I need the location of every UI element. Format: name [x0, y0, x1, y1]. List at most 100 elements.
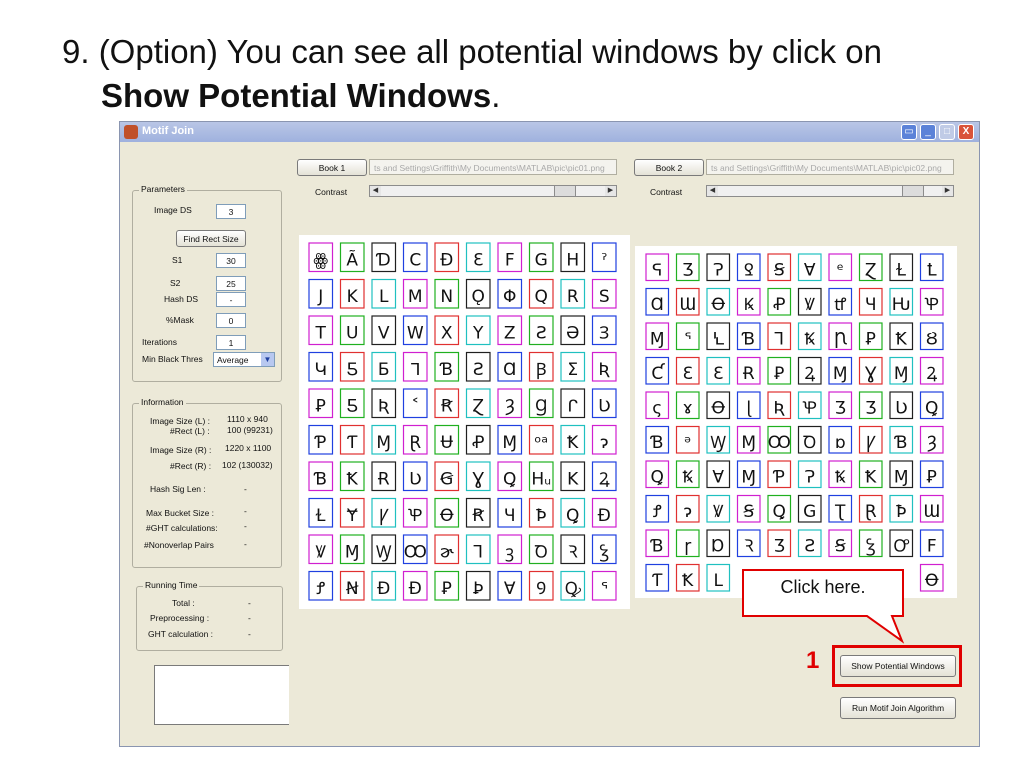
- mask-field[interactable]: 0: [216, 313, 246, 328]
- character-glyph: Ɗ: [376, 250, 391, 270]
- book2-contrast-slider[interactable]: ◀ ▶: [706, 185, 954, 197]
- character-glyph: Ꝁ: [347, 469, 359, 489]
- character-glyph: Ɫ: [315, 506, 326, 526]
- character-glyph: Ꝕ: [925, 295, 939, 315]
- character-glyph: Ꝛ: [744, 536, 754, 556]
- character-glyph: Ꝋ: [440, 506, 454, 526]
- character-glyph: Ƕ: [892, 295, 911, 315]
- s1-field[interactable]: 30: [216, 253, 246, 268]
- character-glyph: Ɯ: [679, 295, 696, 315]
- book2-path-field[interactable]: ts and Settings\Griffith\My Documents\MA…: [706, 159, 954, 175]
- character-glyph: Ꝝ: [926, 364, 937, 384]
- character-glyph: J: [317, 287, 323, 307]
- slider-right-arrow-icon[interactable]: ▶: [605, 186, 616, 196]
- character-glyph: Ꝅ: [682, 467, 693, 487]
- character-glyph: Ɱ: [741, 467, 756, 487]
- character-glyph: Ʉ: [441, 433, 454, 453]
- book1-contrast-slider[interactable]: ◀ ▶: [369, 185, 617, 197]
- character-glyph: R: [567, 287, 579, 307]
- character-glyph: Ꝅ: [804, 329, 815, 349]
- character-glyph: Ꝙ: [565, 579, 582, 599]
- character-glyph: ɂ: [600, 433, 608, 453]
- character-glyph: T: [315, 323, 327, 343]
- character-glyph: Ꝟ: [316, 542, 327, 562]
- slider-thumb[interactable]: [554, 186, 577, 196]
- character-glyph: Ɖ: [598, 506, 611, 526]
- character-glyph: Ɂ: [713, 260, 723, 280]
- character-glyph: Ꝥ: [896, 502, 906, 522]
- image-ds-field[interactable]: 3: [216, 204, 246, 219]
- character-glyph: Ɂ: [805, 467, 815, 487]
- character-glyph: Ɐ: [804, 260, 816, 280]
- rect-l-value: 100 (99231): [227, 425, 273, 435]
- character-glyph: L: [379, 287, 389, 307]
- max-bucket-size-value: -: [244, 506, 247, 516]
- character-glyph: Ɣ: [865, 364, 877, 384]
- book1-contrast-label: Contrast: [315, 187, 348, 197]
- character-glyph: ɒ: [835, 433, 846, 453]
- character-glyph: ᵉ: [837, 260, 844, 280]
- character-glyph: Ꝋ: [925, 571, 939, 591]
- run-motif-join-button[interactable]: Run Motif Join Algorithm: [840, 697, 956, 719]
- min-black-thres-select[interactable]: Average ▼: [213, 352, 275, 367]
- find-rect-size-button[interactable]: Find Rect Size: [176, 230, 246, 247]
- slider-right-arrow-icon[interactable]: ▶: [942, 186, 953, 196]
- character-glyph: Ƨ: [473, 360, 484, 380]
- minimize-button[interactable]: _: [920, 124, 936, 140]
- character-glyph: Ȝ: [926, 433, 937, 453]
- book1-path-field[interactable]: ts and Settings\Griffith\My Documents\MA…: [369, 159, 617, 175]
- character-glyph: Ꝑ: [442, 579, 452, 599]
- close-button[interactable]: X: [958, 124, 974, 140]
- character-glyph: Ɖ: [409, 579, 422, 599]
- rect-r-label: #Rect (R) :: [170, 461, 212, 471]
- character-glyph: Ɛ: [713, 364, 723, 384]
- slider-left-arrow-icon[interactable]: ◀: [370, 186, 381, 196]
- character-glyph: ᒋ: [567, 396, 578, 416]
- slide-title: 9. (Option) You can see all potential wi…: [62, 30, 1002, 118]
- character-glyph: ꝷ: [834, 295, 846, 315]
- book1-image-panel: ꙮÃƊCƉƐFGHˀJKLMNǪΦQRSTUVWXYZꙄƏꞫԿƼƂᒣƁƧⱭꞴΣƦ…: [299, 235, 630, 609]
- character-glyph: G: [535, 250, 548, 270]
- character-glyph: V: [378, 323, 390, 343]
- character-glyph: Ꝁ: [567, 433, 579, 453]
- character-glyph: Ʋ: [409, 469, 421, 489]
- total-time-label: Total :: [172, 598, 195, 608]
- character-glyph: Hᵤ: [531, 469, 551, 489]
- character-glyph: Ɛ: [683, 364, 693, 384]
- character-glyph: K: [347, 287, 359, 307]
- character-glyph: Ꝓ: [773, 295, 785, 315]
- slider-thumb[interactable]: [901, 186, 924, 196]
- iterations-field[interactable]: 1: [216, 335, 246, 350]
- character-glyph: Ɱ: [894, 467, 909, 487]
- character-glyph: Ɀ: [472, 396, 484, 416]
- character-glyph: S: [599, 287, 610, 307]
- character-glyph: Ɯ: [923, 502, 940, 522]
- restore-icon[interactable]: ▭: [901, 124, 917, 140]
- character-glyph: ɼ: [684, 536, 691, 556]
- character-glyph: Ꝑ: [927, 467, 937, 487]
- s2-field[interactable]: 25: [216, 276, 246, 291]
- character-glyph: U: [346, 323, 358, 343]
- character-glyph: Ɑ: [503, 360, 516, 380]
- ght-calculations-value: -: [244, 521, 247, 531]
- book1-button[interactable]: Book 1: [297, 159, 367, 176]
- character-glyph: Ɱ: [650, 329, 665, 349]
- character-glyph: Ꞡ: [440, 469, 454, 489]
- character-glyph: Ꝭ: [653, 502, 662, 522]
- character-glyph: Ɐ: [504, 579, 516, 599]
- slider-left-arrow-icon[interactable]: ◀: [707, 186, 718, 196]
- character-glyph: Ꝩ: [866, 433, 876, 453]
- s1-label: S1: [172, 255, 183, 265]
- character-glyph: Ɓ: [742, 329, 756, 349]
- image-size-r-value: 1220 x 1100: [225, 443, 272, 453]
- chevron-down-icon[interactable]: ▼: [261, 353, 274, 366]
- hash-ds-field[interactable]: -: [216, 292, 246, 307]
- character-glyph: Ã: [346, 248, 358, 270]
- character-glyph: Ꝗ: [651, 467, 664, 487]
- character-glyph: ɤ: [683, 398, 693, 418]
- maximize-button[interactable]: □: [939, 124, 955, 140]
- rect-l-label: #Rect (L) :: [170, 426, 210, 436]
- book2-button[interactable]: Book 2: [634, 159, 704, 176]
- character-glyph: Ꝣ: [600, 542, 609, 562]
- image-size-l-value: 1110 x 940: [227, 414, 268, 424]
